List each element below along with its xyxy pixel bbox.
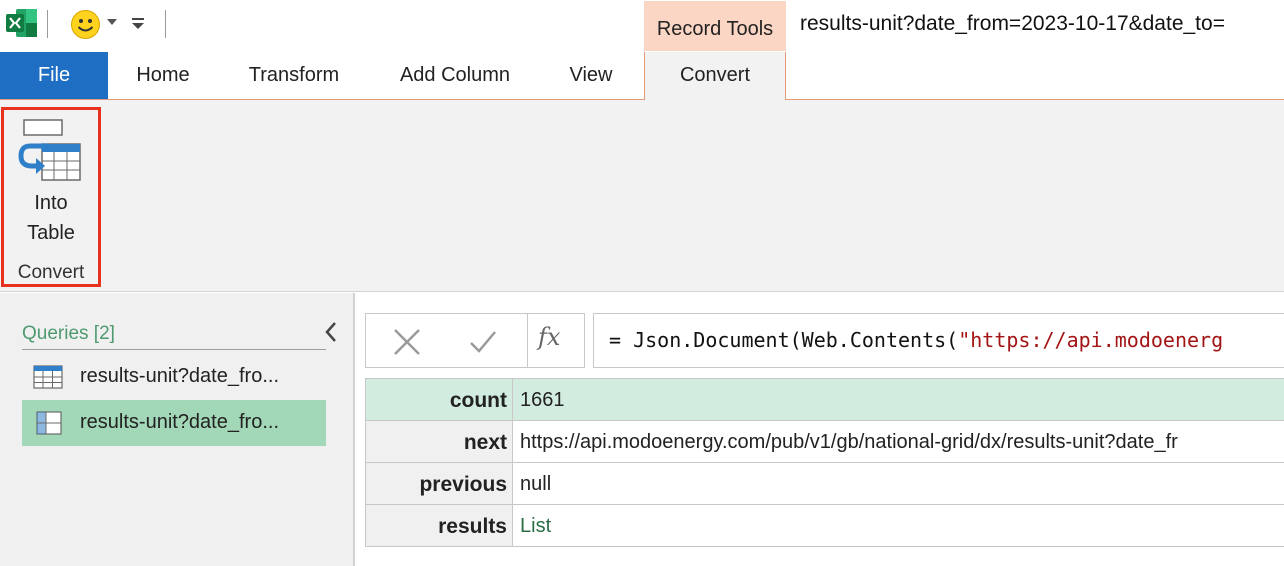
convert-group: Into Table Convert [1, 107, 101, 287]
record-field-value[interactable]: null [513, 463, 1284, 504]
tab-view[interactable]: View [555, 52, 627, 99]
formula-controls: fx [365, 313, 585, 368]
fx-icon[interactable]: fx [538, 323, 560, 351]
tab-transform[interactable]: Transform [233, 52, 355, 99]
query-item-selected[interactable]: results-unit?date_fro... [22, 400, 326, 446]
record-row[interactable]: previous null [365, 463, 1284, 505]
record-field-value[interactable]: https://api.modoenergy.com/pub/v1/gb/nat… [513, 421, 1284, 462]
tab-home[interactable]: Home [118, 52, 208, 99]
record-field-name: count [365, 379, 513, 420]
tab-convert[interactable]: Convert [644, 52, 786, 101]
queries-pane: Queries [2] results-unit?date_fro... res… [0, 293, 355, 566]
cancel-icon[interactable] [392, 327, 422, 357]
ribbon-panel: Into Table Convert [0, 100, 1284, 292]
formula-prefix: = Json.Document(Web.Contents( [609, 328, 959, 352]
record-field-name: previous [365, 463, 513, 504]
record-field-name: results [365, 505, 513, 546]
query-label: results-unit?date_fro... [80, 365, 279, 387]
tab-file[interactable]: File [0, 52, 108, 99]
check-icon[interactable] [468, 327, 498, 357]
tab-add-column[interactable]: Add Column [385, 52, 525, 99]
record-view: count 1661 next https://api.modoenergy.c… [365, 378, 1284, 547]
toolbar-separator [47, 10, 48, 38]
queries-divider [22, 349, 326, 350]
formula-input[interactable]: = Json.Document(Web.Contents("https://ap… [593, 313, 1284, 368]
record-field-name: next [365, 421, 513, 462]
queries-header: Queries [2] [22, 323, 115, 344]
into-table-label-line1: Into [34, 192, 68, 214]
customize-toolbar-icon[interactable] [131, 14, 145, 32]
into-table-button[interactable]: Into Table [4, 110, 98, 244]
query-label: results-unit?date_fro... [80, 411, 279, 433]
chevron-down-icon[interactable] [107, 19, 117, 25]
smiley-icon[interactable] [70, 9, 101, 40]
table-icon [33, 365, 63, 389]
window-title: results-unit?date_from=2023-10-17&date_t… [800, 12, 1225, 35]
formula-text: = Json.Document(Web.Contents("https://ap… [609, 328, 1223, 352]
into-table-icon [18, 119, 81, 181]
record-icon [36, 411, 62, 435]
chevron-left-icon[interactable] [321, 320, 341, 344]
record-tools-header: Record Tools [644, 1, 786, 51]
convert-group-label: Convert [17, 262, 85, 283]
query-item[interactable]: results-unit?date_fro... [22, 354, 326, 400]
contextual-tab-label: Record Tools [656, 18, 774, 40]
formula-string: "https://api.modoenerg [958, 328, 1224, 352]
record-row[interactable]: results List [365, 505, 1284, 547]
record-row[interactable]: next https://api.modoenergy.com/pub/v1/g… [365, 421, 1284, 463]
record-row[interactable]: count 1661 [365, 379, 1284, 421]
into-table-label-line2: Table [27, 222, 75, 244]
record-field-value[interactable]: 1661 [513, 379, 1284, 420]
formula-separator [527, 314, 528, 367]
excel-icon[interactable] [6, 8, 38, 38]
ribbon-tabs: File Home Transform Add Column View Conv… [0, 52, 1284, 101]
list-link[interactable]: List [513, 505, 1284, 546]
title-bar: results-unit?date_from=2023-10-17&date_t… [0, 0, 1284, 52]
toolbar-separator [165, 10, 166, 38]
